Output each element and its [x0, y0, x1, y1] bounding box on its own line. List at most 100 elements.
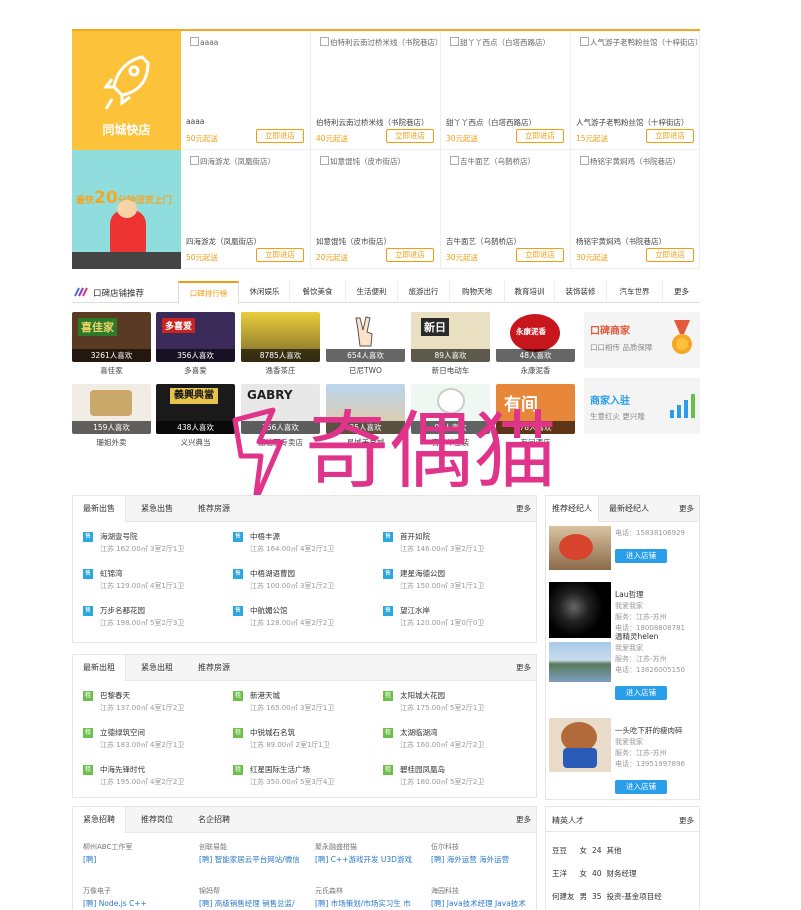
talent-row[interactable]: 何建友男 35 投资-基金项目经: [552, 885, 667, 908]
tab-education[interactable]: 教育培训: [505, 281, 555, 303]
shop-name[interactable]: aaaa: [186, 117, 204, 126]
agent-card[interactable]: 一头吃下肝的瘦肉碎 我爱我家 服务：江苏-苏州 电话：13951997896 进…: [549, 718, 700, 798]
enter-shop-button[interactable]: 进入店铺: [615, 549, 667, 563]
listing-title[interactable]: 万步名都花园: [100, 605, 145, 616]
enter-shop-button[interactable]: 立即进店: [646, 129, 694, 143]
shop-name[interactable]: 人气游子老鸭粉丝馆（十梓街店）: [576, 117, 689, 128]
listing-title[interactable]: 中海先锋时代: [100, 764, 145, 775]
shop-card[interactable]: 甜丫丫西点（白塔西路店） 甜丫丫西点（白塔西路店） 30元起送 立即进店: [441, 31, 571, 150]
listing-title[interactable]: 太阳城大花园: [400, 690, 445, 701]
tab-urgent-sale[interactable]: 紧急出售: [141, 496, 173, 522]
shop-thumb-name[interactable]: 逸香茶庄: [241, 365, 320, 376]
enter-shop-button[interactable]: 进入店铺: [615, 686, 667, 700]
tab-more-link[interactable]: 更多: [663, 281, 700, 303]
listing-item[interactable]: 售建星海德公园 江苏 150.00㎡ 3室1厅1卫: [383, 568, 523, 594]
tab-decoration[interactable]: 装饰装修: [555, 281, 607, 303]
enter-shop-button[interactable]: 立即进店: [386, 129, 434, 143]
tab-recommended-listing[interactable]: 推荐房源: [198, 655, 230, 681]
praise-merchant-promo[interactable]: 口碑商家 口口相传 品质保障: [584, 312, 700, 368]
talent-row[interactable]: 王洋女 40 财务经理: [552, 862, 667, 885]
shop-thumb[interactable]: 多喜爱 356人喜欢: [156, 312, 235, 362]
listing-item[interactable]: 租中锐城石名筑 江苏 89.00㎡ 2室1厅1卫: [233, 727, 373, 753]
listing-title[interactable]: 巴黎春天: [100, 690, 130, 701]
listing-title[interactable]: 海湖壹号院: [100, 531, 138, 542]
shop-thumb[interactable]: 喜佳家 3261人喜欢: [72, 312, 151, 362]
shop-thumb[interactable]: 8785人喜欢: [241, 312, 320, 362]
listing-item[interactable]: 租中海先锋时代 江苏 195.00㎡ 4室2厅2卫: [83, 764, 223, 790]
agent-card[interactable]: 温精灵helen 我爱我家 服务：江苏-苏州 电话：13826005150 进入…: [549, 630, 700, 700]
more-link[interactable]: 更多: [516, 655, 531, 681]
listing-item[interactable]: 售首开如院 江苏 146.00㎡ 3室2厅1卫: [383, 531, 523, 557]
shop-name[interactable]: 吉牛面艺（乌鹊桥店）: [446, 236, 521, 247]
more-link[interactable]: 更多: [679, 815, 694, 826]
shop-card[interactable]: 人气游子老鸭粉丝馆（十梓街店） 人气游子老鸭粉丝馆（十梓街店） 15元起送 立即…: [571, 31, 703, 150]
agent-name[interactable]: Lau哲理: [615, 589, 644, 600]
merchant-join-promo[interactable]: 商家入驻 生意红火 更兴隆: [584, 378, 700, 434]
tab-recommended-agents[interactable]: 推荐经纪人: [546, 496, 599, 522]
tab-auto[interactable]: 汽车世界: [607, 281, 663, 303]
tab-recommended-jobs[interactable]: 推荐岗位: [141, 807, 173, 833]
listing-title[interactable]: 碧桂园凤凰岛: [400, 764, 445, 775]
listing-title[interactable]: 红星国际生活广场: [250, 764, 310, 775]
tab-urgent-hiring[interactable]: 紧急招聘: [73, 807, 126, 833]
delivery-promo-banner[interactable]: 最快20分钟送货上门: [72, 150, 181, 269]
enter-shop-button[interactable]: 立即进店: [516, 248, 564, 262]
enter-shop-button[interactable]: 立即进店: [386, 248, 434, 262]
shop-thumb[interactable]: 654人喜欢: [326, 312, 405, 362]
shop-card[interactable]: aaaa aaaa 50元起送 立即进店: [181, 31, 311, 150]
listing-item[interactable]: 租太湖临湖湾 江苏 160.00㎡ 4室2厅2卫: [383, 727, 523, 753]
listing-title[interactable]: 建星海德公园: [400, 568, 445, 579]
shop-thumb-name[interactable]: 义兴典当: [156, 437, 235, 448]
shop-thumb[interactable]: 159人喜欢: [72, 384, 151, 434]
more-link[interactable]: 更多: [516, 496, 531, 522]
listing-item[interactable]: 售中航媚公馆 江苏 128.00㎡ 4室2厅2卫: [233, 605, 373, 631]
enter-shop-button[interactable]: 进入店铺: [615, 780, 667, 794]
shop-card[interactable]: 四海游龙（凤凰街店） 四海游龙（凤凰街店） 50元起送 立即进店: [181, 150, 311, 269]
listing-item[interactable]: 租碧桂园凤凰岛 江苏 180.00㎡ 5室2厅2卫: [383, 764, 523, 790]
listing-item[interactable]: 售虹锦湾 江苏 129.00㎡ 4室1厅1卫: [83, 568, 223, 594]
shop-thumb[interactable]: 義興典當 438人喜欢: [156, 384, 235, 434]
tab-latest-rent[interactable]: 最新出租: [73, 655, 126, 681]
listing-title[interactable]: 立德绿筑空间: [100, 727, 145, 738]
shop-thumb-name[interactable]: 喜佳家: [72, 365, 151, 376]
listing-item[interactable]: 租新港天城 江苏 165.00㎡ 3室2厅1卫: [233, 690, 373, 716]
enter-shop-button[interactable]: 立即进店: [256, 248, 304, 262]
shop-thumb[interactable]: 新日 89人喜欢: [411, 312, 490, 362]
listing-item[interactable]: 售海湖壹号院 江苏 162.00㎡ 3室2厅1卫: [83, 531, 223, 557]
enter-shop-button[interactable]: 立即进店: [646, 248, 694, 262]
listing-title[interactable]: 中梧湖语曹园: [250, 568, 295, 579]
agent-name[interactable]: 一头吃下肝的瘦肉碎: [615, 725, 683, 736]
shop-card[interactable]: 如意馄饨（皮市街店） 如意馄饨（皮市街店） 20元起送 立即进店: [311, 150, 441, 269]
talent-row[interactable]: 豆豆女 24 其他: [552, 839, 667, 862]
listing-item[interactable]: 售中梧丰源 江苏 164.00㎡ 4室2厅1卫: [233, 531, 373, 557]
tab-latest-sale[interactable]: 最新出售: [73, 496, 126, 522]
agent-card[interactable]: 电话：15838106929 进入店铺: [549, 526, 700, 570]
shop-name[interactable]: 杨铭宇黄焖鸡（书院巷店）: [576, 236, 666, 247]
tab-leisure[interactable]: 休闲娱乐: [240, 281, 290, 303]
shop-thumb-name[interactable]: 多喜爱: [156, 365, 235, 376]
shop-card[interactable]: 吉牛面艺（乌鹊桥店） 吉牛面艺（乌鹊桥店） 30元起送 立即进店: [441, 150, 571, 269]
listing-item[interactable]: 租立德绿筑空间 江苏 183.00㎡ 4室2厅1卫: [83, 727, 223, 753]
shop-thumb-name[interactable]: 永康泥香: [496, 365, 575, 376]
shop-thumb-name[interactable]: 新日电动车: [411, 365, 490, 376]
fast-shop-hero[interactable]: 同城快店: [72, 31, 181, 150]
listing-title[interactable]: 望江水岸: [400, 605, 430, 616]
tab-travel[interactable]: 旅游出行: [398, 281, 450, 303]
enter-shop-button[interactable]: 立即进店: [256, 129, 304, 143]
more-link[interactable]: 更多: [516, 807, 531, 833]
tab-top-employers[interactable]: 名企招聘: [198, 807, 230, 833]
listing-title[interactable]: 中梧丰源: [250, 531, 280, 542]
listing-title[interactable]: 首开如院: [400, 531, 430, 542]
listing-title[interactable]: 新港天城: [250, 690, 280, 701]
listing-item[interactable]: 租巴黎春天 江苏 137.00㎡ 4室1厅2卫: [83, 690, 223, 716]
listing-title[interactable]: 中锐城石名筑: [250, 727, 295, 738]
enter-shop-button[interactable]: 立即进店: [516, 129, 564, 143]
shop-name[interactable]: 四海游龙（凤凰街店）: [186, 236, 261, 247]
listing-item[interactable]: 租红星国际生活广场 江苏 350.00㎡ 5室3厅4卫: [233, 764, 373, 790]
shop-thumb-name[interactable]: 珊姐外卖: [72, 437, 151, 448]
more-link[interactable]: 更多: [679, 496, 694, 522]
listing-item[interactable]: 售万步名都花园 江苏 198.00㎡ 5室2厅3卫: [83, 605, 223, 631]
shop-name[interactable]: 如意馄饨（皮市街店）: [316, 236, 391, 247]
listing-title[interactable]: 中航媚公馆: [250, 605, 288, 616]
shop-card[interactable]: 杨铭宇黄焖鸡（书院巷店） 杨铭宇黄焖鸡（书院巷店） 30元起送 立即进店: [571, 150, 700, 269]
